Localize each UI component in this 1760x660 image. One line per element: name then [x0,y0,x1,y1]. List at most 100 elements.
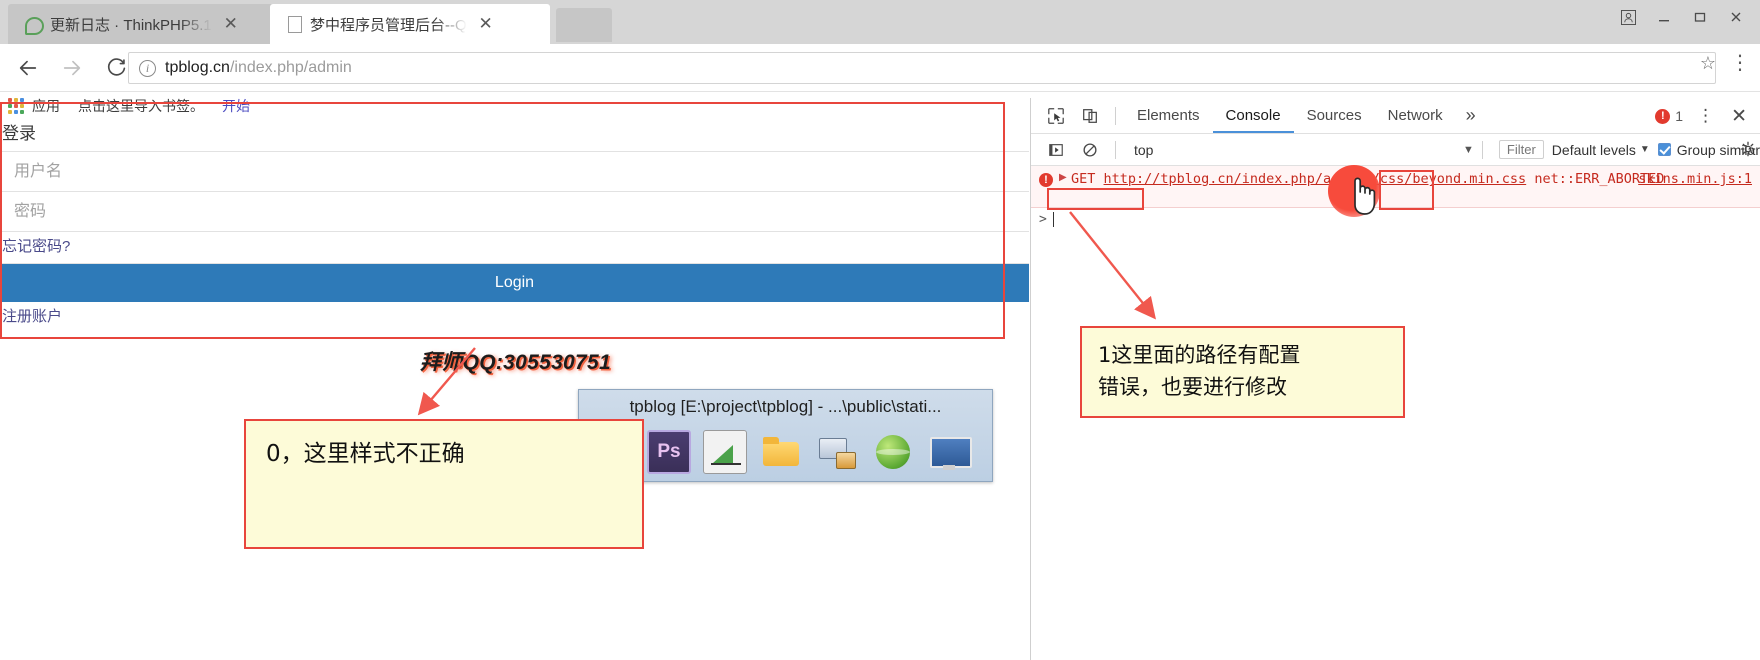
annotation-note-right: 1这里面的路径有配置 错误，也要进行修改 [1080,326,1405,418]
device-toolbar-icon[interactable] [1073,101,1107,131]
tab-elements[interactable]: Elements [1124,98,1213,133]
hand-cursor-icon [1354,177,1376,215]
username-input[interactable]: 用户名 [0,152,1029,192]
console-error-message[interactable]: ! ▶ GET http://tpblog.cn/index.php/asset… [1031,166,1760,208]
browser-tab-0[interactable]: 更新日志 · ThinkPHP5.1 ✕ [8,4,276,44]
globe-browser-icon[interactable] [871,430,915,474]
note-right-line2: 错误，也要进行修改 [1098,374,1287,399]
network-app-icon[interactable] [815,430,859,474]
note-left-text: 0，这里样式不正确 [266,441,465,467]
user-glyph [1620,9,1636,25]
site-info-icon[interactable]: i [139,59,156,77]
forgot-password-link[interactable]: 忘记密码? [0,232,1029,264]
filter-divider-2 [1481,140,1483,159]
annotation-note-left: 0，这里样式不正确 [244,419,644,549]
close-glyph [1731,12,1741,22]
tab-network[interactable]: Network [1375,98,1456,133]
chrome-menu-icon[interactable]: ⋮ [1730,50,1750,75]
address-bar-url: tpblog.cn/index.php/admin [165,59,352,77]
monitor-icon[interactable] [927,430,972,474]
apps-grid-icon[interactable] [8,98,24,114]
close-icon[interactable]: ✕ [477,15,495,33]
error-count-value: 1 [1675,108,1684,124]
url-path: /index.php/admin [229,59,352,76]
chevron-down-icon[interactable]: ▼ [1463,144,1474,156]
browser-tab-1[interactable]: 梦中程序员管理后台--Q ✕ [270,4,550,44]
photoshop-icon[interactable]: Ps [647,430,691,474]
folder-icon[interactable] [759,430,803,474]
close-icon[interactable]: ✕ [222,15,240,33]
devtools-menu-icon[interactable]: ⋮ [1689,106,1722,126]
toolbar-divider [1115,106,1116,125]
login-form: 登录 用户名 密码 忘记密码? Login 注册账户 拜师QQ:30553075… [0,120,1029,376]
execution-context-icon[interactable] [1039,135,1073,165]
maximize-glyph [1694,12,1706,22]
tab-console[interactable]: Console [1212,98,1294,133]
register-account-link[interactable]: 注册账户 [0,302,1029,332]
prompt-caret-icon: > [1039,212,1047,227]
reload-icon [107,58,125,76]
ps-label: Ps [657,441,681,462]
bookmark-apps-label[interactable]: 应用 [32,96,60,116]
error-dot-icon: ! [1655,108,1671,124]
close-window-button[interactable] [1718,3,1754,31]
clear-console-icon[interactable] [1073,135,1107,165]
tab-title: 梦中程序员管理后台--Q [310,16,467,34]
tab-sources[interactable]: Sources [1294,98,1375,133]
execute-glyph [1049,143,1063,156]
error-icon: ! [1039,173,1053,187]
window-controls [1610,3,1754,31]
tab-strip: 更新日志 · ThinkPHP5.1 ✕ 梦中程序员管理后台--Q ✕ [0,0,1760,44]
gear-glyph [1740,141,1756,157]
inspect-glyph [1048,107,1064,124]
url-domain: tpblog.cn [165,59,230,76]
bookmark-star-icon[interactable]: ☆ [1700,53,1716,74]
chevron-down-icon-2[interactable]: ▼ [1640,144,1650,155]
console-filter-input[interactable]: Filter [1498,140,1544,159]
tab-title: 更新日志 · ThinkPHP5.1 [50,16,212,34]
address-bar[interactable]: i tpblog.cn/index.php/admin [128,52,1716,84]
request-method: GET [1071,171,1096,187]
context-label: top [1134,141,1154,158]
filter-divider [1115,140,1116,159]
settings-gear-icon[interactable] [1740,141,1756,161]
chart-app-icon[interactable] [703,430,747,474]
forward-button[interactable] [50,46,94,90]
console-prompt[interactable]: > [1031,208,1760,231]
new-tab-button[interactable] [556,8,612,42]
console-filter-bar: top ▼ Filter Default levels ▼ Group simi… [1031,134,1760,166]
devtools-close-icon[interactable]: ✕ [1722,105,1756,128]
back-button[interactable] [6,46,50,90]
user-profile-icon[interactable] [1610,3,1646,31]
console-message-source-link[interactable]: skins.min.js:1 [1638,171,1752,187]
bookmark-item-start[interactable]: 开始 [222,96,250,116]
device-glyph [1083,108,1097,123]
minimize-button[interactable] [1646,3,1682,31]
expand-arrow-icon[interactable]: ▶ [1059,172,1067,183]
group-similar-checkbox[interactable] [1657,143,1671,156]
note-right-line1: 1这里面的路径有配置 [1098,343,1301,367]
arrow-left-icon [19,60,37,75]
execution-context-selector[interactable]: top [1134,142,1314,158]
bookmark-import-hint: 点击这里导入书签。 [78,98,204,114]
login-title: 登录 [0,120,1029,152]
password-input[interactable]: 密码 [0,192,1029,232]
clear-glyph [1083,142,1097,157]
devtools-toolbar-right: ! 1 ⋮ ✕ [1655,98,1756,134]
inspect-element-icon[interactable] [1039,101,1073,131]
request-url-link[interactable]: http://tpblog.cn/index.php/assets/css/be… [1104,171,1527,187]
text-cursor [1052,212,1054,227]
more-tabs-icon[interactable]: » [1456,105,1486,126]
maximize-button[interactable] [1682,3,1718,31]
devtools-tabbar: Elements Console Sources Network » ! 1 ⋮… [1031,98,1760,134]
browser-toolbar: i tpblog.cn/index.php/admin ☆ ⋮ [0,44,1760,92]
arrow-right-icon [63,60,81,75]
login-button[interactable]: Login [0,264,1029,302]
qq-contact-text: 拜师QQ:305530751 [420,351,611,374]
leaf-icon [24,15,44,35]
log-level-selector[interactable]: Default levels [1552,142,1636,158]
error-count-badge[interactable]: ! 1 [1655,108,1683,124]
document-icon [288,15,302,33]
screenshot-root: 更新日志 · ThinkPHP5.1 ✕ 梦中程序员管理后台--Q ✕ i tp… [0,0,1760,660]
minimize-glyph [1659,20,1669,22]
